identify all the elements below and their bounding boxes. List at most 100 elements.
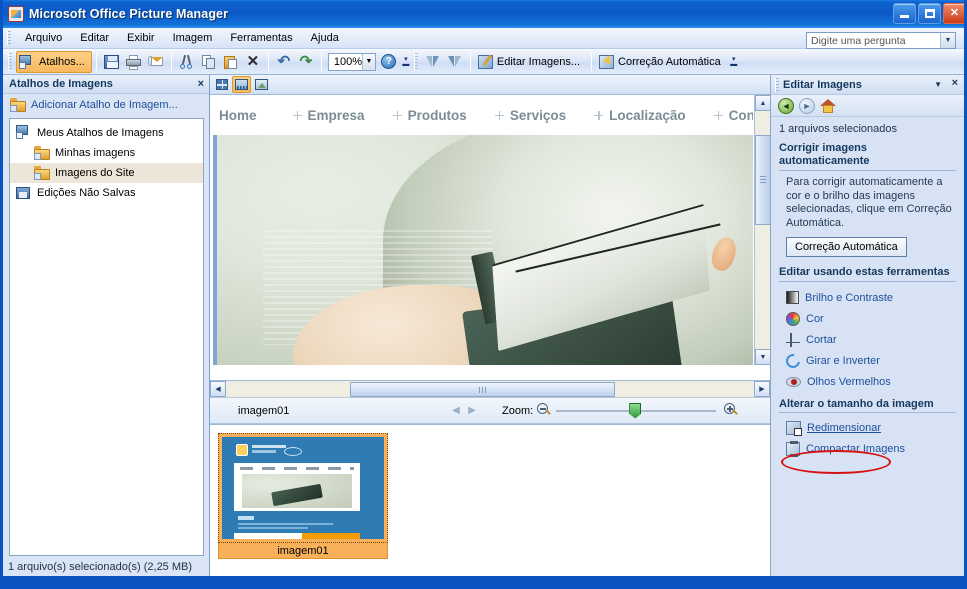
toolbar-gripper[interactable] (413, 52, 418, 71)
task-pane-back-button[interactable]: ◄ (776, 96, 796, 115)
tree-item-minhas-imagens[interactable]: Minhas imagens (10, 143, 203, 163)
tree-item-edicoes-nao-salvas[interactable]: Edições Não Salvas (10, 183, 203, 203)
auto-correct-button[interactable]: Correção Automática (596, 51, 728, 73)
delete-button[interactable]: ✕ (242, 51, 264, 73)
auto-correct-icon (599, 54, 615, 69)
toolbar-gripper[interactable] (8, 52, 12, 71)
web-nav-label: Produtos (407, 107, 467, 123)
thumbnail-view-button[interactable] (212, 76, 231, 93)
vertical-scroll-thumb[interactable] (755, 135, 770, 225)
single-picture-view-button[interactable] (252, 76, 271, 93)
tree-item-imagens-do-site[interactable]: Imagens do Site (10, 163, 203, 183)
edit-images-button[interactable]: Editar Imagens... (475, 51, 587, 73)
close-icon[interactable]: × (198, 78, 204, 90)
toolbar-overflow-button[interactable]: ▾ ▬ (728, 51, 740, 73)
scroll-left-icon[interactable]: ◀ (210, 381, 226, 397)
thumb-nav-row (240, 467, 354, 470)
menu-gripper[interactable] (7, 31, 11, 45)
web-nav-contato: Contat (713, 108, 753, 123)
scroll-up-icon[interactable]: ▲ (755, 95, 770, 111)
tool-rotate-flip[interactable]: Girar e Inverter (779, 350, 956, 371)
thumb-logo-text (252, 445, 286, 448)
add-picture-shortcut-link[interactable]: Adicionar Atalho de Imagem... (3, 94, 209, 116)
tool-color[interactable]: Cor (779, 308, 956, 329)
previous-image-button[interactable]: ◀ (448, 403, 464, 419)
print-button[interactable] (123, 51, 145, 73)
redo-button[interactable]: ↷ (295, 51, 317, 73)
toolbar-separator (267, 52, 269, 71)
copy-button[interactable] (198, 51, 220, 73)
help-icon: ? (381, 54, 397, 69)
ask-a-question-box[interactable]: Digite uma pergunta ▼ (806, 32, 956, 49)
size-section-heading: Alterar o tamanho da imagem (779, 398, 956, 413)
files-selected-text: 1 arquivos selecionados (779, 123, 898, 135)
scroll-right-icon[interactable]: ▶ (754, 381, 770, 397)
title-bar: Microsoft Office Picture Manager ✕ (3, 0, 964, 28)
thumbnail-frame[interactable] (218, 433, 388, 543)
shortcuts-button[interactable]: Atalhos... (16, 50, 92, 73)
minimize-button[interactable] (893, 3, 916, 24)
scroll-down-icon[interactable]: ▼ (755, 349, 770, 365)
thumbnail-item[interactable]: imagem01 (218, 433, 388, 559)
tool-red-eye[interactable]: Olhos Vermelhos (779, 371, 956, 392)
zoom-out-icon[interactable] (537, 403, 552, 418)
menu-item-imagem[interactable]: Imagem (164, 30, 222, 46)
paste-button[interactable] (220, 51, 242, 73)
paste-icon (223, 55, 238, 69)
maximize-button[interactable] (918, 3, 941, 24)
filmstrip-view-button[interactable] (232, 76, 251, 93)
mail-button[interactable] (145, 51, 167, 73)
brightness-contrast-icon (786, 291, 799, 304)
picture-shortcuts-pane: Atalhos de Imagens × Adicionar Atalho de… (3, 75, 210, 576)
task-pane-home-button[interactable] (818, 96, 838, 115)
tool-resize[interactable]: Redimensionar (779, 417, 956, 438)
next-image-button[interactable]: ▶ (464, 403, 480, 419)
auto-correct-pane-button[interactable]: Correção Automática (786, 237, 907, 257)
tool-crop[interactable]: Cortar (779, 329, 956, 350)
tree-item-label: Imagens do Site (55, 167, 135, 179)
tree-item-label: Edições Não Salvas (37, 187, 136, 199)
zoom-label: Zoom: (502, 404, 534, 417)
tool-compress-pictures[interactable]: Compactar Imagens (779, 438, 956, 459)
save-button[interactable] (101, 51, 123, 73)
zoom-in-icon[interactable] (724, 403, 739, 418)
horizontal-scroll-thumb[interactable] (350, 382, 615, 397)
edit-images-label: Editar Imagens... (496, 55, 581, 68)
color-wheel-icon (786, 311, 800, 326)
tool-brightness-contrast[interactable]: Brilho e Contraste (779, 287, 956, 308)
menu-item-arquivo[interactable]: Arquivo (16, 30, 71, 46)
cut-button[interactable] (176, 51, 198, 73)
toolbar-overflow-button[interactable]: ▾ ▬ (400, 51, 412, 73)
tree-item-label: Minhas imagens (55, 147, 136, 159)
thumb-footer-orange (302, 533, 360, 539)
zoom-slider-handle[interactable] (629, 402, 642, 419)
zoom-percent-combo[interactable]: 100% ▼ (327, 52, 376, 71)
task-pane-gripper[interactable] (775, 77, 779, 92)
mail-attach-icon (148, 55, 164, 68)
task-pane-forward-button[interactable]: ► (797, 96, 817, 115)
auto-correct-label: Correção Automática (618, 55, 721, 68)
rotate-right-button[interactable] (444, 51, 466, 73)
help-button[interactable]: ? (378, 51, 400, 73)
tool-label: Girar e Inverter (806, 354, 880, 367)
preview-vertical-scrollbar[interactable]: ▲ ▼ (754, 95, 770, 365)
menu-item-ferramentas[interactable]: Ferramentas (221, 30, 301, 46)
chevron-down-icon[interactable]: ▼ (362, 53, 375, 70)
close-button[interactable]: ✕ (943, 3, 964, 24)
tree-item-meus-atalhos[interactable]: Meus Atalhos de Imagens (10, 123, 203, 143)
menu-item-ajuda[interactable]: Ajuda (302, 30, 348, 46)
chevron-down-icon[interactable]: ▼ (940, 33, 955, 48)
rotate-left-button[interactable] (422, 51, 444, 73)
zoom-slider[interactable] (556, 402, 717, 419)
thumb-logo-icon (236, 444, 248, 456)
bullet-icon (292, 110, 302, 120)
image-preview-canvas[interactable]: Home Empresa Produtos Serviços Localizaç… (210, 95, 770, 381)
menu-item-exibir[interactable]: Exibir (118, 30, 164, 46)
menu-item-editar[interactable]: Editar (71, 30, 118, 46)
thumb-photo (242, 474, 352, 508)
undo-button[interactable]: ↶ (273, 51, 295, 73)
chevron-down-icon[interactable]: ▼ (934, 80, 942, 89)
preview-horizontal-scrollbar[interactable]: ◀ ▶ (210, 381, 770, 398)
close-icon[interactable]: × (952, 77, 958, 89)
copy-icon (201, 54, 216, 69)
